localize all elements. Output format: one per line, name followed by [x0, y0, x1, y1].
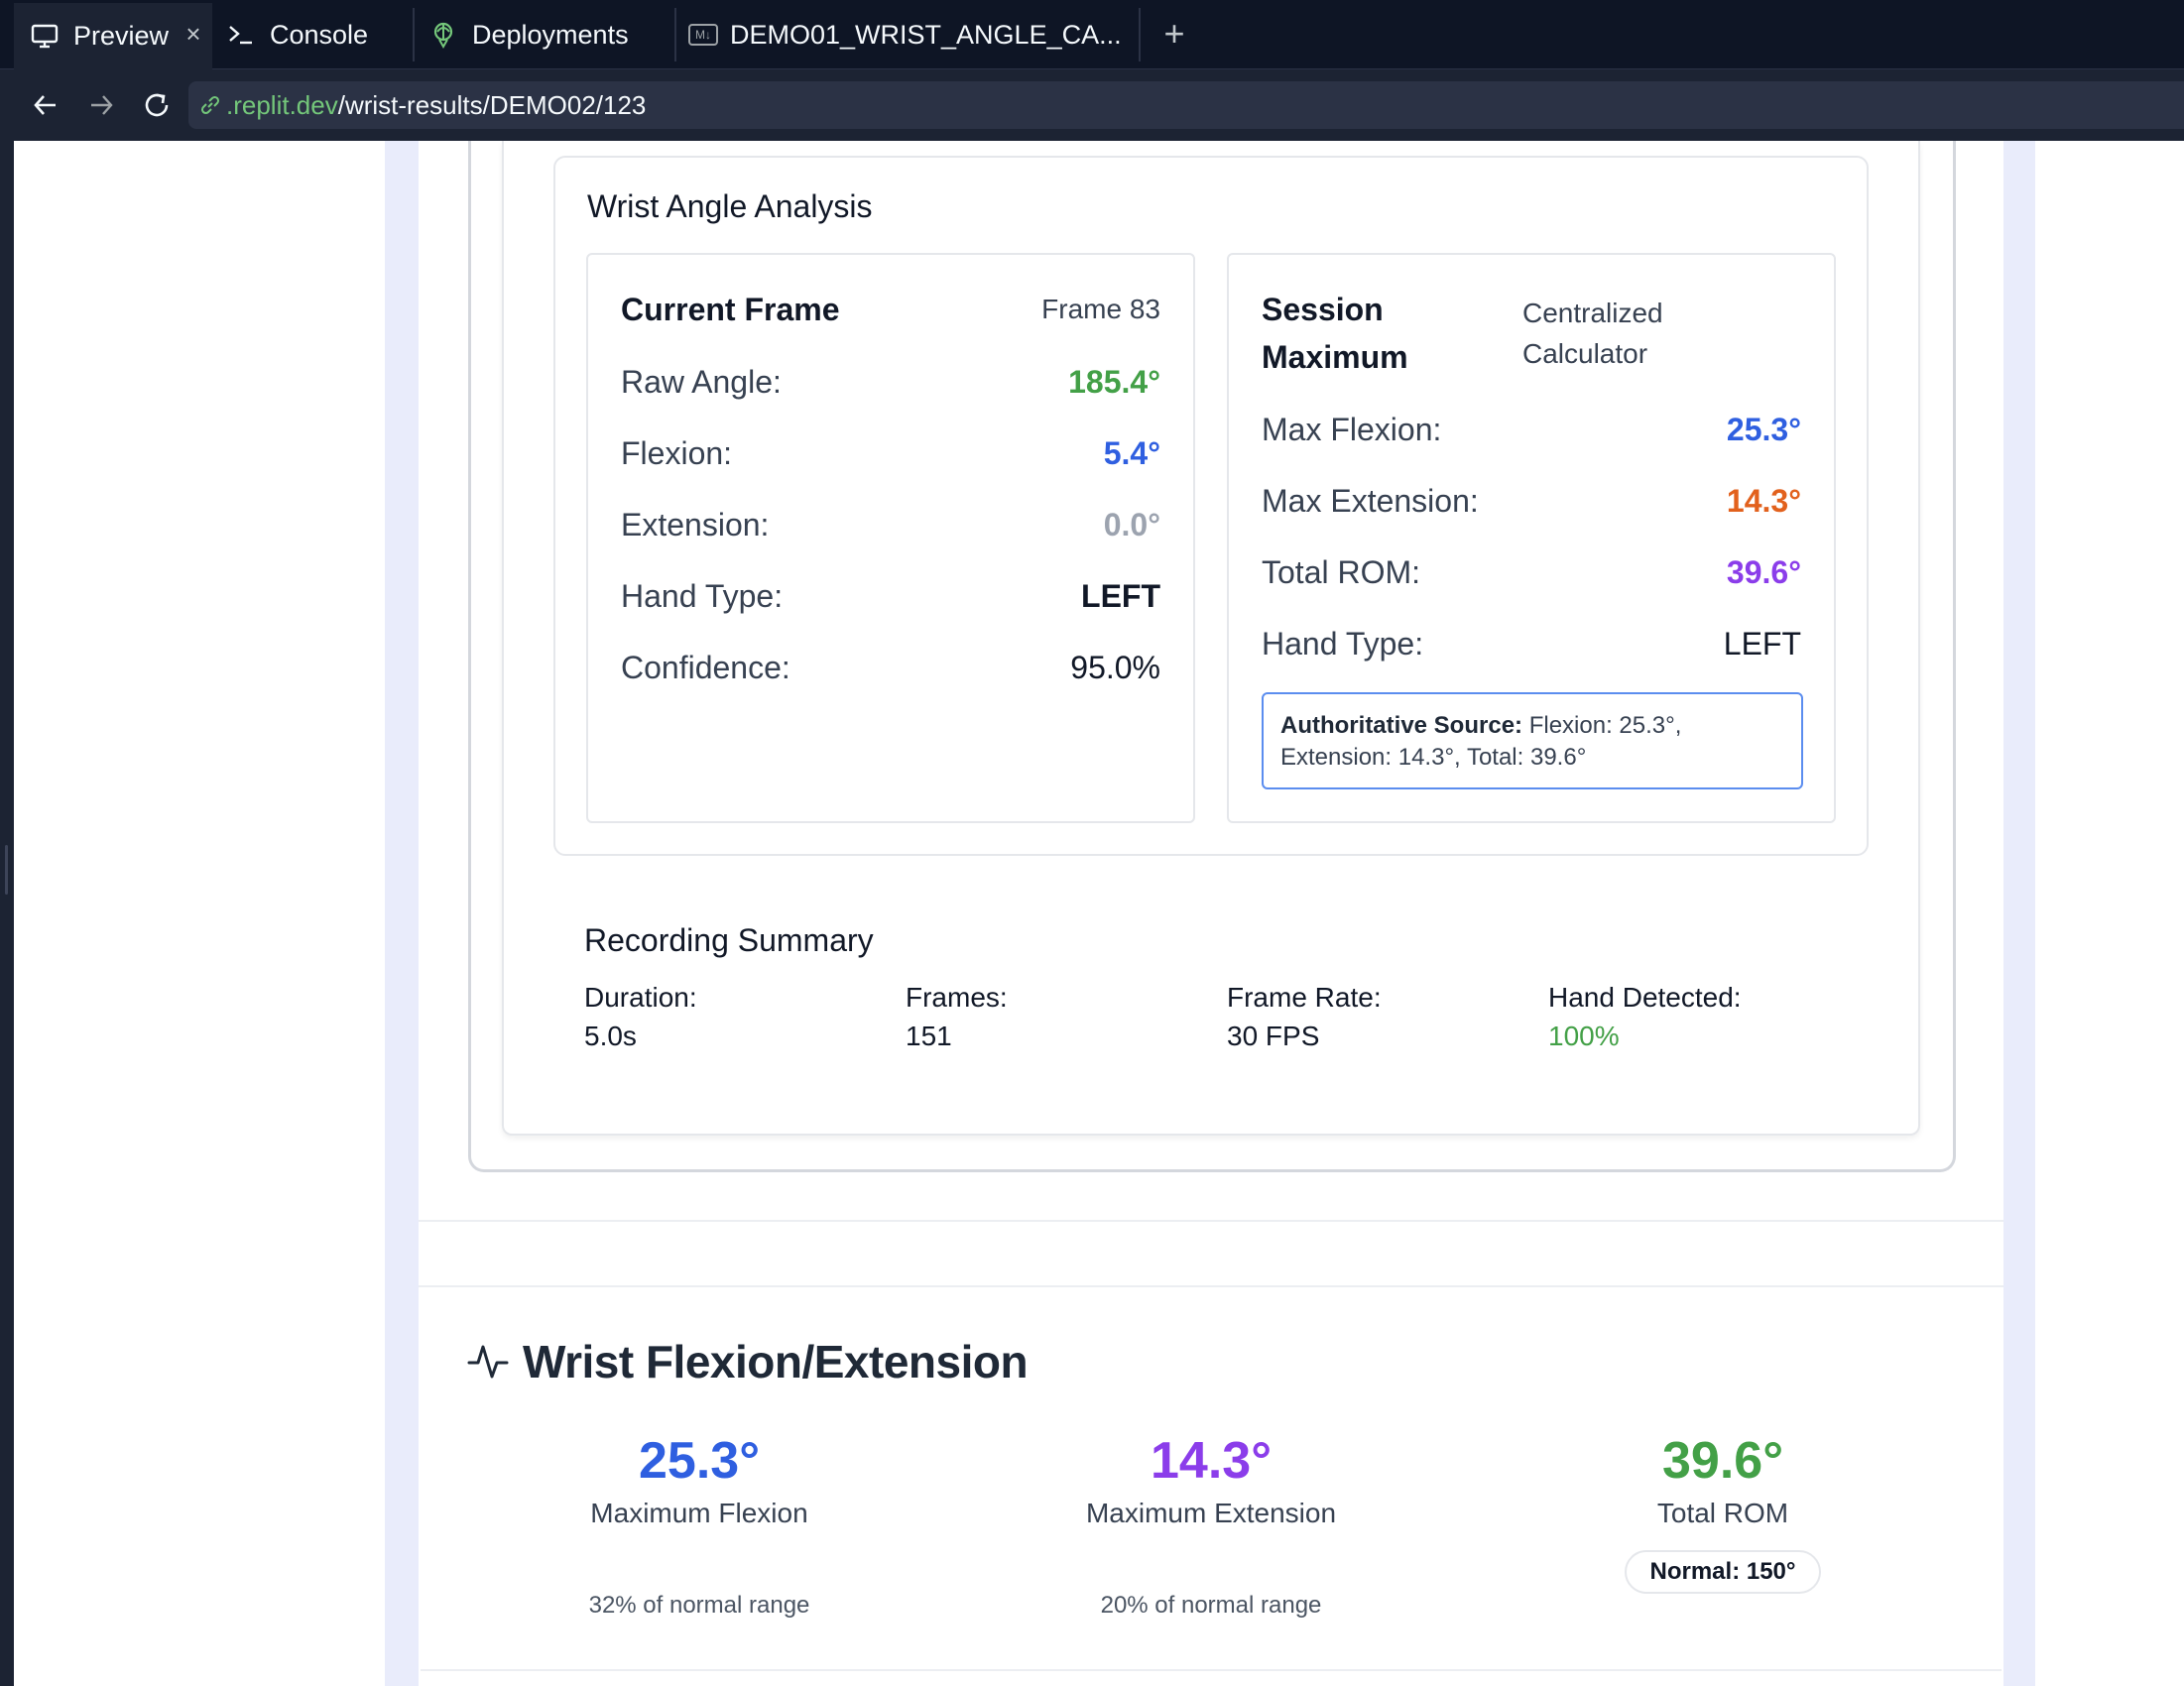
max-extension-stat-label: Maximum Extension [1085, 1498, 1337, 1528]
tab-label: Deployments [472, 19, 629, 50]
tab-label: Console [270, 19, 369, 50]
new-tab-icon[interactable]: + [1156, 16, 1192, 52]
current-frame-title: Current Frame [621, 292, 840, 327]
session-max-title-line1: Session [1262, 292, 1384, 327]
raw-angle-value: 185.4° [1068, 364, 1160, 400]
confidence-value: 95.0% [1070, 650, 1160, 685]
max-flexion-value: 25.3° [1726, 412, 1801, 447]
deployments-icon [426, 18, 460, 52]
url-input[interactable]: .replit.dev/wrist-results/DEMO02/123 [188, 81, 2184, 129]
tab-console[interactable]: Console [224, 0, 368, 69]
authoritative-source-line1: Flexion: 25.3°, [1522, 712, 1682, 739]
tab-divider [413, 8, 415, 61]
max-flexion-stat: 25.3° [638, 1432, 760, 1490]
session-hand-type-label: Hand Type: [1262, 626, 1424, 662]
frame-number: Frame 83 [1041, 294, 1160, 324]
max-extension-stat: 14.3° [1150, 1432, 1272, 1490]
tab-deployments[interactable]: Deployments [426, 0, 629, 69]
url-host: .replit.dev [226, 89, 338, 120]
tab-divider [674, 8, 676, 61]
extension-label: Extension: [621, 507, 770, 542]
frame-rate-value: 30 FPS [1227, 1021, 1320, 1051]
flexion-extension-title: Wrist Flexion/Extension [523, 1336, 1029, 1387]
address-bar: .replit.dev/wrist-results/DEMO02/123 [0, 69, 2184, 141]
flexion-label: Flexion: [621, 435, 733, 471]
hand-detected-value: 100% [1548, 1021, 1620, 1051]
raw-angle-label: Raw Angle: [621, 364, 782, 400]
browser-tab-bar: Preview × Console Deployments M↓ DEMO01_… [0, 0, 2184, 69]
tab-divider [1139, 8, 1141, 61]
total-rom-label: Total ROM: [1262, 554, 1421, 590]
session-hand-type-value: LEFT [1723, 626, 1801, 662]
resize-handle[interactable] [5, 845, 8, 895]
normal-range-badge: Normal: 150° [1625, 1550, 1821, 1594]
tab-label: Preview [73, 21, 170, 51]
authoritative-source-label: Authoritative Source: [1280, 712, 1523, 739]
recording-summary-title: Recording Summary [584, 922, 874, 958]
extension-value: 0.0° [1103, 507, 1160, 542]
back-arrow-icon[interactable] [28, 87, 63, 123]
max-flexion-range-note: 32% of normal range [588, 1592, 810, 1619]
frames-value: 151 [906, 1021, 952, 1051]
reload-icon[interactable] [139, 87, 175, 123]
activity-pulse-icon [466, 1339, 510, 1383]
flexion-value: 5.4° [1103, 435, 1160, 471]
total-rom-stat-label: Total ROM [1656, 1498, 1789, 1528]
hand-type-label: Hand Type: [621, 578, 784, 614]
monitor-icon [28, 20, 61, 54]
total-rom-stat: 39.6° [1661, 1432, 1783, 1490]
max-extension-range-note: 20% of normal range [1100, 1592, 1322, 1619]
authoritative-source-line2: Extension: 14.3°, Total: 39.6° [1280, 744, 1587, 771]
link-icon [198, 93, 222, 117]
confidence-label: Confidence: [621, 650, 790, 685]
session-max-title-line2: Maximum [1262, 339, 1408, 375]
tab-demo01-markdown[interactable]: M↓ DEMO01_WRIST_ANGLE_CA... [688, 0, 1122, 69]
max-extension-value: 14.3° [1726, 483, 1801, 519]
url-path: /wrist-results/DEMO02/123 [337, 89, 647, 120]
forward-arrow-icon[interactable] [83, 87, 119, 123]
frames-label: Frames: [906, 982, 1008, 1013]
max-extension-label: Max Extension: [1262, 483, 1479, 519]
tab-label: DEMO01_WRIST_ANGLE_CA... [730, 19, 1122, 50]
calculator-subtitle-line2: Calculator [1522, 338, 1648, 369]
max-flexion-label: Max Flexion: [1262, 412, 1442, 447]
frame-rate-label: Frame Rate: [1227, 982, 1382, 1013]
close-tab-icon[interactable]: × [181, 21, 206, 47]
calculator-subtitle-line1: Centralized [1522, 298, 1663, 328]
hand-detected-label: Hand Detected: [1548, 982, 1742, 1013]
side-resize-strip [0, 141, 14, 1686]
analysis-title: Wrist Angle Analysis [587, 188, 873, 224]
hand-type-value: LEFT [1081, 578, 1160, 614]
authoritative-source-box: Authoritative Source: Flexion: 25.3°, Ex… [1262, 692, 1803, 789]
terminal-icon [224, 18, 258, 52]
markdown-file-icon: M↓ [688, 24, 718, 46]
max-flexion-stat-label: Maximum Flexion [590, 1498, 808, 1528]
duration-value: 5.0s [584, 1021, 637, 1051]
total-rom-value: 39.6° [1726, 554, 1801, 590]
duration-label: Duration: [584, 982, 697, 1013]
section-divider [419, 1220, 2003, 1287]
